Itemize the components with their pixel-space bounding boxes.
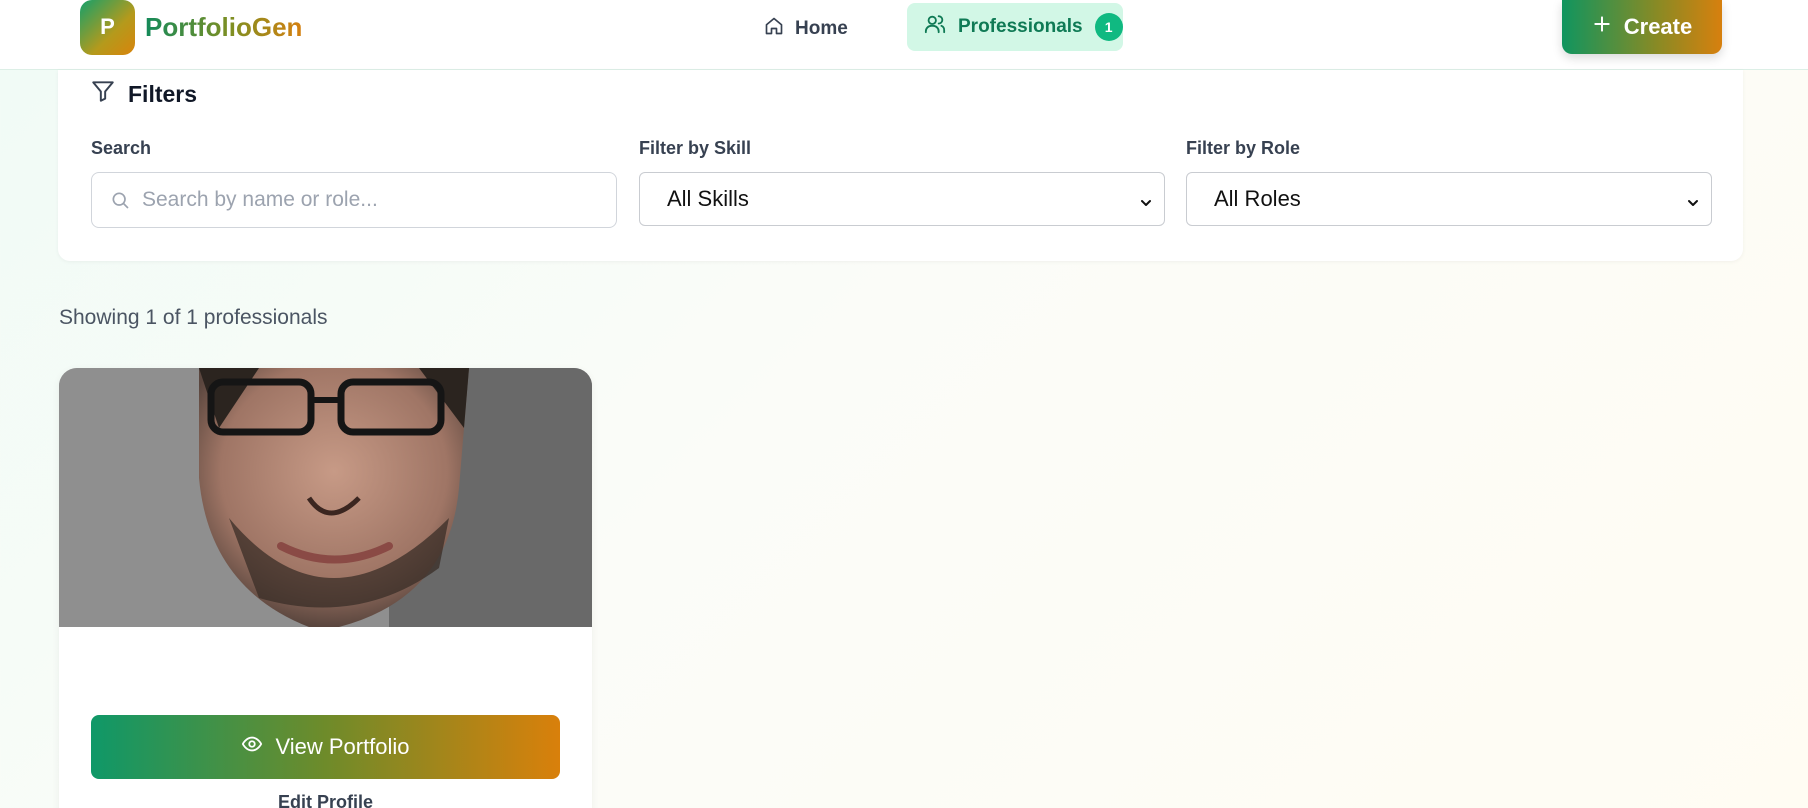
skill-filter-select[interactable]: All Skills	[639, 172, 1165, 226]
role-filter-label: Filter by Role	[1186, 138, 1301, 158]
role-filter-value: All Roles	[1214, 186, 1301, 211]
search-input[interactable]	[142, 173, 602, 227]
eye-icon	[241, 733, 263, 761]
plus-icon	[1592, 14, 1612, 40]
brand-name: PortfolioGen	[145, 11, 303, 42]
profile-photo	[59, 368, 592, 627]
chevron-down-icon	[1138, 191, 1154, 217]
nav-home[interactable]: Home	[760, 10, 852, 48]
chevron-down-icon	[1685, 191, 1701, 217]
search-icon	[110, 190, 130, 215]
nav-professionals[interactable]: Professionals 1	[907, 3, 1123, 51]
users-icon	[924, 13, 946, 41]
brand-logo[interactable]: P PortfolioGen	[80, 0, 303, 55]
role-filter-select[interactable]: All Roles	[1186, 172, 1712, 226]
top-navbar: P PortfolioGen Home Professionals 1 Crea…	[0, 0, 1808, 70]
create-button[interactable]: Create	[1562, 0, 1722, 54]
skill-filter-label: Filter by Skill	[639, 138, 752, 158]
filters-panel: Filters Search Filter by Skill All Skill…	[58, 70, 1743, 261]
filters-title: Filters	[128, 80, 198, 107]
professionals-count-badge: 1	[1094, 13, 1123, 41]
logo-mark: P	[80, 0, 135, 55]
filter-icon	[90, 78, 116, 110]
filters-heading: Filters	[90, 78, 197, 110]
view-portfolio-label: View Portfolio	[275, 734, 410, 759]
view-portfolio-button[interactable]: View Portfolio	[91, 715, 560, 779]
search-field[interactable]	[91, 172, 617, 228]
professional-card[interactable]: View Portfolio Edit Profile	[59, 368, 592, 808]
results-count: Showing 1 of 1 professionals	[59, 306, 328, 329]
nav-home-label: Home	[795, 18, 848, 39]
home-icon	[764, 16, 784, 42]
skill-filter-value: All Skills	[667, 186, 749, 211]
create-button-label: Create	[1623, 14, 1693, 39]
nav-professionals-label: Professionals	[958, 16, 1083, 37]
search-label: Search	[91, 138, 152, 158]
edit-profile-link[interactable]: Edit Profile	[59, 792, 592, 808]
